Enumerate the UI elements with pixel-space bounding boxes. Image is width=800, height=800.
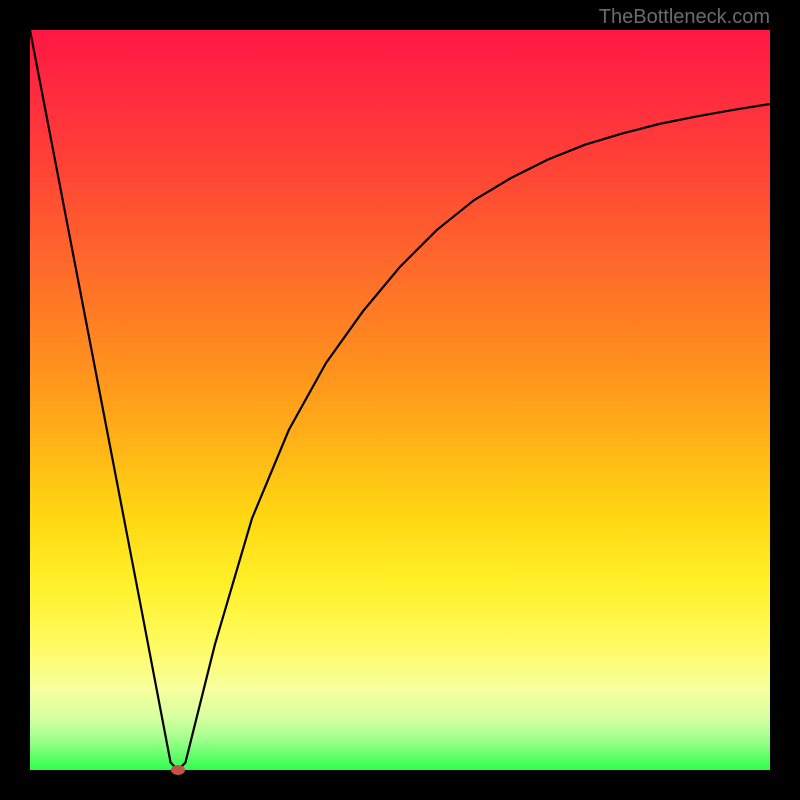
minimum-marker: [171, 765, 185, 775]
chart-frame: TheBottleneck.com: [0, 0, 800, 800]
plot-area: [30, 30, 770, 770]
bottleneck-curve: [30, 30, 770, 770]
watermark-label: TheBottleneck.com: [599, 6, 770, 29]
